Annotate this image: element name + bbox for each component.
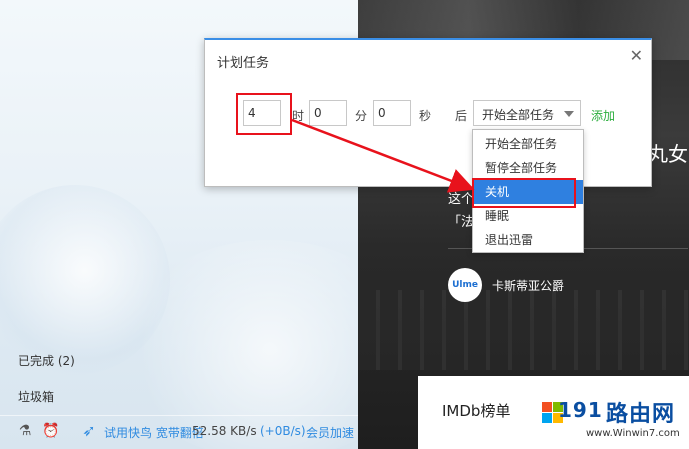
site-watermark: 191 路由网 www.Winwin7.com (542, 392, 689, 447)
download-speed: 52.58 KB/s (192, 424, 257, 438)
author-name[interactable]: 卡斯蒂亚公爵 (492, 277, 564, 294)
add-task-button[interactable]: 添加 (591, 107, 615, 124)
option-pause-all[interactable]: 暂停全部任务 (473, 156, 583, 180)
watermark-number: 191 (558, 398, 603, 422)
background-stripes (358, 290, 689, 370)
minute-unit-label: 分 (355, 109, 368, 123)
shutdown-highlight-box (472, 178, 576, 208)
chevron-down-icon (564, 111, 574, 117)
hour-unit-label: 时 (292, 109, 305, 123)
after-label: 后 (455, 109, 468, 123)
watermark-name: 路由网 (606, 402, 676, 427)
speed-increment: (+0B/s) (260, 424, 306, 438)
imdb-label: IMDb榜单 (442, 402, 511, 420)
second-input[interactable] (373, 100, 411, 126)
sidebar-item-trash[interactable]: 垃圾箱 (18, 388, 54, 405)
hour-highlight-box (236, 93, 292, 135)
flask-icon[interactable]: ⚗ (16, 422, 34, 440)
member-accelerate-link[interactable]: 会员加速 (306, 424, 354, 441)
option-start-all[interactable]: 开始全部任务 (473, 132, 583, 156)
watermark-url: www.Winwin7.com (586, 428, 680, 439)
status-bar: ⚗ ⏰ ➶ 试用快鸟 宽带翻倍 52.58 KB/s (+0B/s) 会员加速 (0, 415, 358, 449)
sidebar-item-completed[interactable]: 已完成 (2) (18, 352, 75, 369)
kuainiao-bird-icon[interactable]: ➶ (80, 422, 98, 440)
action-select[interactable]: 开始全部任务 (473, 100, 581, 126)
minute-input[interactable] (309, 100, 347, 126)
action-select-value: 开始全部任务 (482, 108, 555, 122)
close-icon[interactable]: ✕ (630, 46, 643, 65)
author-avatar[interactable]: Ulme (448, 268, 482, 302)
option-exit-thunder[interactable]: 退出迅雷 (473, 228, 583, 252)
dialog-title: 计划任务 (217, 56, 270, 71)
kuainiao-trial-link[interactable]: 试用快鸟 宽带翻倍 (104, 424, 204, 441)
alarm-clock-icon[interactable]: ⏰ (42, 422, 60, 440)
imdb-card[interactable]: IMDb榜单 191 路由网 www.Winwin7.com (418, 376, 689, 449)
movie-title-fragment: 丸女 (648, 142, 688, 166)
second-unit-label: 秒 (419, 109, 432, 123)
movie-description-line2: 「法 (448, 215, 475, 230)
